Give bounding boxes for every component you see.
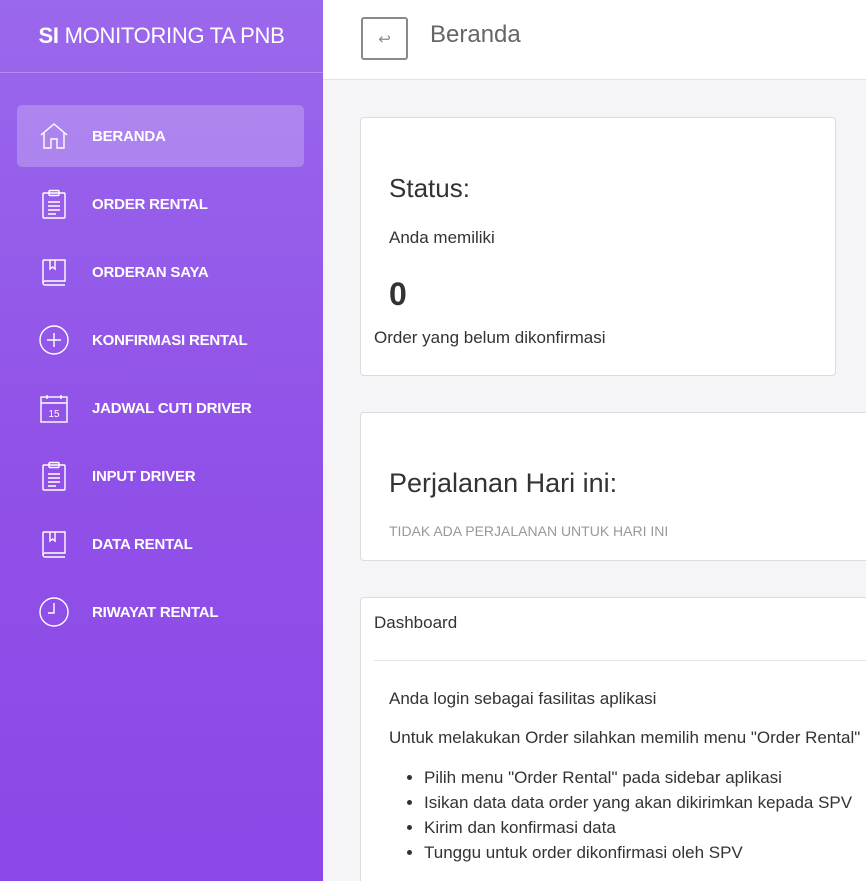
sidebar-item-label: BERANDA bbox=[92, 127, 166, 145]
list-item: Pilih menu "Order Rental" pada sidebar a… bbox=[424, 765, 852, 790]
sidebar-item-label: ORDER RENTAL bbox=[92, 195, 208, 213]
sidebar-item-konfirmasi-rental[interactable]: KONFIRMASI RENTAL bbox=[17, 309, 304, 371]
svg-text:15: 15 bbox=[48, 409, 60, 420]
book-icon bbox=[37, 527, 71, 561]
calendar-icon: 15 bbox=[37, 391, 71, 425]
sidebar-item-label: ORDERAN SAYA bbox=[92, 263, 209, 281]
app-brand[interactable]: SI MONITORING TA PNB bbox=[0, 0, 323, 73]
sidebar-toggle-button[interactable]: ↩ bbox=[361, 17, 408, 60]
status-intro: Anda memiliki bbox=[389, 228, 495, 247]
status-title: Status: bbox=[389, 173, 470, 203]
home-icon bbox=[37, 119, 71, 153]
sidebar-item-label: RIWAYAT RENTAL bbox=[92, 603, 219, 621]
clipboard-icon bbox=[37, 459, 71, 493]
brand-text: MONITORING TA PNB bbox=[64, 23, 285, 48]
status-caption: Order yang belum dikonfirmasi bbox=[374, 328, 606, 347]
page-title: Beranda bbox=[430, 21, 521, 48]
divider bbox=[374, 660, 866, 661]
clipboard-icon bbox=[37, 187, 71, 221]
trip-title: Perjalanan Hari ini: bbox=[389, 468, 618, 498]
trip-empty-message: TIDAK ADA PERJALANAN UNTUK HARI INI bbox=[389, 523, 669, 539]
top-bar: ↩ Beranda bbox=[323, 0, 866, 80]
sidebar-item-label: DATA RENTAL bbox=[92, 535, 193, 553]
list-item: Kirim dan konfirmasi data bbox=[424, 815, 852, 840]
book-icon bbox=[37, 255, 71, 289]
list-item: Tunggu untuk order dikonfirmasi oleh SPV bbox=[424, 840, 852, 865]
sidebar-item-jadwal-cuti-driver[interactable]: 15 JADWAL CUTI DRIVER bbox=[17, 377, 304, 439]
sidebar-item-input-driver[interactable]: INPUT DRIVER bbox=[17, 445, 304, 507]
sidebar: SI MONITORING TA PNB BERANDA ORDER RENTA… bbox=[0, 0, 323, 881]
plus-circle-icon bbox=[37, 323, 71, 357]
sidebar-item-label: INPUT DRIVER bbox=[92, 467, 196, 485]
sidebar-item-label: JADWAL CUTI DRIVER bbox=[92, 399, 252, 417]
status-card: Status: Anda memiliki 0 Order yang belum… bbox=[360, 117, 836, 376]
clock-icon bbox=[37, 595, 71, 629]
sidebar-item-label: KONFIRMASI RENTAL bbox=[92, 331, 248, 349]
sidebar-item-riwayat-rental[interactable]: RIWAYAT RENTAL bbox=[17, 581, 304, 643]
instruction-steps: Pilih menu "Order Rental" pada sidebar a… bbox=[424, 765, 852, 865]
dashboard-card: Dashboard Anda login sebagai fasilitas a… bbox=[360, 597, 866, 881]
back-arrow-icon: ↩ bbox=[378, 30, 391, 48]
sidebar-item-order-rental[interactable]: ORDER RENTAL bbox=[17, 173, 304, 235]
brand-bold: SI bbox=[38, 23, 59, 48]
sidebar-nav: BERANDA ORDER RENTAL ORDERAN SAYA KONFIR… bbox=[0, 73, 323, 643]
list-item: Isikan data data order yang akan dikirim… bbox=[424, 790, 852, 815]
sidebar-item-orderan-saya[interactable]: ORDERAN SAYA bbox=[17, 241, 304, 303]
dashboard-instruction: Untuk melakukan Order silahkan memilih m… bbox=[389, 728, 861, 747]
dashboard-login-info: Anda login sebagai fasilitas aplikasi bbox=[389, 689, 657, 708]
pending-order-count: 0 bbox=[389, 276, 407, 312]
sidebar-item-beranda[interactable]: BERANDA bbox=[17, 105, 304, 167]
sidebar-item-data-rental[interactable]: DATA RENTAL bbox=[17, 513, 304, 575]
dashboard-header: Dashboard bbox=[374, 613, 458, 632]
today-trip-card: Perjalanan Hari ini: TIDAK ADA PERJALANA… bbox=[360, 412, 866, 561]
